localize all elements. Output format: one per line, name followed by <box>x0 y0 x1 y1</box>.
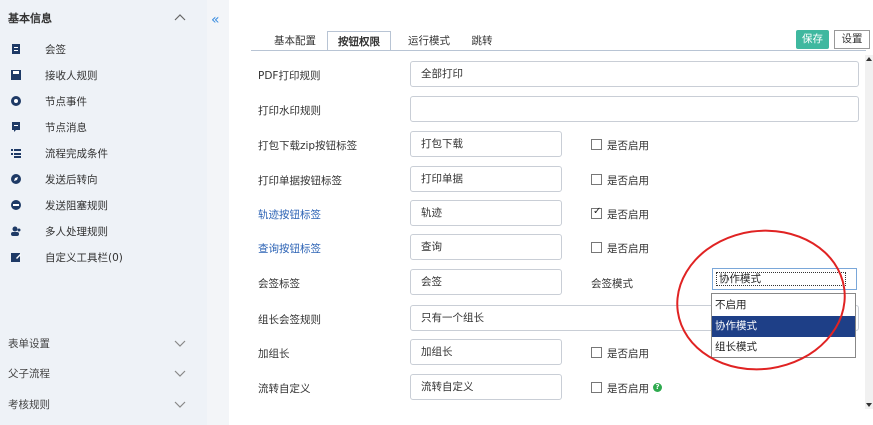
leader-countersign-rule-label: 组长会签规则 <box>258 314 321 326</box>
compass-icon <box>11 174 21 184</box>
main-panel: 基本配置 按钮权限 运行模式 跳转 保存 设置 PDF打印规则 全部打印 打印水… <box>229 0 873 425</box>
zip-download-label: 打包下载zip按钮标签 <box>258 140 358 152</box>
zip-download-checkbox[interactable] <box>591 139 602 150</box>
sidebar-header-basic-info[interactable]: 基本信息 <box>0 0 207 34</box>
sidebar-item-multi-person-rules[interactable]: 多人处理规则 <box>0 218 207 244</box>
watermark-rule-label: 打印水印规则 <box>258 105 321 117</box>
checkbox-label: 是否启用 <box>607 348 649 360</box>
sidebar-item-label: 自定义工具栏(0) <box>45 252 123 264</box>
sidebar-item-node-events[interactable]: 节点事件 <box>0 88 207 114</box>
custom-flow-checkbox[interactable] <box>591 382 602 393</box>
chevron-down-icon <box>174 370 186 377</box>
sidebar-section-label: 表单设置 <box>8 338 50 350</box>
add-leader-checkbox[interactable] <box>591 347 602 358</box>
document-icon <box>12 44 20 54</box>
minus-circle-icon <box>11 200 21 210</box>
countersign-label: 会签标签 <box>258 278 300 290</box>
track-button-label: 轨迹按钮标签 <box>258 209 321 221</box>
sidebar-section-assessment-rules[interactable]: 考核规则 <box>0 388 207 418</box>
sidebar-item-countersign[interactable]: 会签 <box>0 36 207 62</box>
pdf-print-rule-label: PDF打印规则 <box>258 70 321 82</box>
gear-icon <box>11 96 21 106</box>
print-doc-input[interactable]: 打印单据 <box>410 166 562 192</box>
message-icon <box>12 122 20 132</box>
save-icon <box>11 70 21 80</box>
checkbox-label: 是否启用 <box>607 383 649 395</box>
save-button[interactable]: 保存 <box>796 30 829 49</box>
vertical-scrollbar[interactable] <box>865 55 873 409</box>
sidebar-item-label: 发送后转向 <box>45 174 98 186</box>
print-doc-checkbox[interactable] <box>591 174 602 185</box>
track-button-checkbox[interactable] <box>591 206 602 219</box>
sidebar-item-label: 多人处理规则 <box>45 226 108 238</box>
add-leader-label: 加组长 <box>258 348 290 360</box>
checkbox-label: 是否启用 <box>607 209 649 221</box>
tab-basic-config[interactable]: 基本配置 <box>267 31 323 51</box>
sidebar-item-label: 发送阻塞规则 <box>45 200 108 212</box>
tab-button-permissions[interactable]: 按钮权限 <box>327 31 391 51</box>
users-icon <box>11 226 21 236</box>
sidebar-item-label: 节点事件 <box>45 96 87 108</box>
checkbox-label: 是否启用 <box>607 243 649 255</box>
query-button-input[interactable]: 查询 <box>410 234 562 260</box>
custom-flow-label: 流转自定义 <box>258 383 311 395</box>
checkbox-label: 是否启用 <box>607 175 649 187</box>
countersign-mode-label: 会签模式 <box>591 278 633 290</box>
sidebar-item-send-blocking-rules[interactable]: 发送阻塞规则 <box>0 192 207 218</box>
checkbox-label: 是否启用 <box>607 140 649 152</box>
sidebar-item-custom-toolbar[interactable]: 自定义工具栏(0) <box>0 244 207 270</box>
collapse-sidebar-icon[interactable]: « <box>211 13 225 27</box>
sidebar-item-label: 流程完成条件 <box>45 148 108 160</box>
sidebar-section-label: 父子流程 <box>8 368 50 380</box>
help-icon[interactable]: ? <box>653 383 662 392</box>
list-icon <box>11 149 21 158</box>
scroll-up-icon[interactable] <box>866 57 872 61</box>
custom-flow-input[interactable]: 流转自定义 <box>410 374 562 400</box>
chevron-down-icon <box>174 340 186 347</box>
countersign-input[interactable]: 会签 <box>410 269 562 295</box>
tab-run-mode[interactable]: 运行模式 <box>403 31 455 51</box>
tab-jump[interactable]: 跳转 <box>467 31 497 51</box>
settings-button[interactable]: 设置 <box>834 30 870 49</box>
sidebar-header-title: 基本信息 <box>8 12 52 25</box>
chevron-down-icon <box>174 401 186 408</box>
query-button-checkbox[interactable] <box>591 242 602 253</box>
sidebar-item-label: 接收人规则 <box>45 70 98 82</box>
zip-download-input[interactable]: 打包下载 <box>410 131 562 157</box>
add-leader-input[interactable]: 加组长 <box>410 339 562 365</box>
sidebar-section-label: 考核规则 <box>8 399 50 411</box>
tab-divider <box>251 50 866 51</box>
query-button-label: 查询按钮标签 <box>258 243 321 255</box>
pdf-print-rule-select[interactable]: 全部打印 <box>410 61 859 87</box>
sidebar-item-after-send-direction[interactable]: 发送后转向 <box>0 166 207 192</box>
sidebar-section-parent-child-flow[interactable]: 父子流程 <box>0 357 207 387</box>
track-button-input[interactable]: 轨迹 <box>410 200 562 226</box>
sidebar-item-node-messages[interactable]: 节点消息 <box>0 114 207 140</box>
sidebar: 基本信息 会签 接收人规则 节点事件 节点消息 流程完成条件 发送后转向 发送阻… <box>0 0 207 425</box>
sidebar-item-label: 节点消息 <box>45 122 87 134</box>
sidebar-section-form-settings[interactable]: 表单设置 <box>0 327 207 357</box>
sidebar-item-receiver-rules[interactable]: 接收人规则 <box>0 62 207 88</box>
chevron-up-icon <box>174 14 186 21</box>
watermark-rule-select[interactable] <box>410 96 859 122</box>
scroll-down-icon[interactable] <box>866 403 872 407</box>
sidebar-item-completion-conditions[interactable]: 流程完成条件 <box>0 140 207 166</box>
edit-icon <box>11 253 21 262</box>
print-doc-label: 打印单据按钮标签 <box>258 175 342 187</box>
sidebar-item-label: 会签 <box>45 44 66 56</box>
